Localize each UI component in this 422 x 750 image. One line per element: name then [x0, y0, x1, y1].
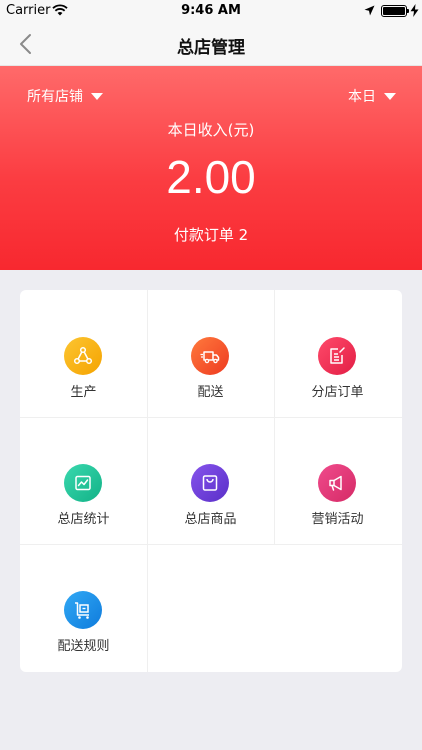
- menu-item-production[interactable]: 生产: [20, 290, 147, 417]
- menu-item-statistics[interactable]: 总店统计: [20, 417, 147, 544]
- menu-item-label: 总店商品: [184, 512, 237, 527]
- menu-item-label: 分店订单: [311, 385, 364, 400]
- menu-item-label: 配送: [197, 385, 224, 400]
- paid-orders-count: 付款订单 2: [173, 226, 249, 244]
- status-bar: Carrier 9:46 AM: [0, 0, 422, 22]
- income-label: 本日收入(元): [167, 121, 255, 139]
- caret-down-icon: [384, 92, 396, 100]
- status-time: 9:46 AM: [181, 3, 241, 18]
- location-arrow-icon: [364, 5, 375, 16]
- function-grid: 生产 配送 分店订单 总店统计 总店商品 营销活动 配送规则: [20, 290, 402, 672]
- income-summary-header: 所有店铺 本日 本日收入(元) 2.00 付款订单 2: [0, 66, 422, 270]
- date-filter-label: 本日: [348, 89, 376, 105]
- menu-item-delivery-rules[interactable]: 配送规则: [20, 544, 147, 671]
- megaphone-icon: [318, 464, 356, 502]
- page-title: 总店管理: [177, 38, 245, 58]
- statistics-chart-icon: [64, 464, 102, 502]
- date-filter-dropdown[interactable]: 本日: [348, 86, 396, 106]
- battery-icon: [381, 5, 407, 17]
- caret-down-icon: [91, 92, 103, 100]
- menu-item-label: 营销活动: [311, 512, 364, 527]
- menu-item-products[interactable]: 总店商品: [147, 417, 274, 544]
- navigation-bar: 总店管理: [0, 22, 422, 66]
- charging-bolt-icon: [410, 4, 419, 17]
- menu-item-label: 总店统计: [57, 512, 110, 527]
- menu-item-branch-orders[interactable]: 分店订单: [274, 290, 401, 417]
- store-filter-label: 所有店铺: [27, 89, 83, 105]
- menu-item-label: 生产: [70, 385, 97, 400]
- shopping-bag-icon: [191, 464, 229, 502]
- order-note-icon: [318, 337, 356, 375]
- production-flow-icon: [64, 337, 102, 375]
- menu-item-label: 配送规则: [57, 639, 110, 654]
- income-value: 2.00: [166, 151, 256, 203]
- menu-item-delivery[interactable]: 配送: [147, 290, 274, 417]
- delivery-truck-icon: [191, 337, 229, 375]
- menu-item-marketing[interactable]: 营销活动: [274, 417, 401, 544]
- battery-tip: [407, 9, 409, 13]
- store-filter-dropdown[interactable]: 所有店铺: [27, 86, 103, 106]
- cart-rules-icon: [64, 591, 102, 629]
